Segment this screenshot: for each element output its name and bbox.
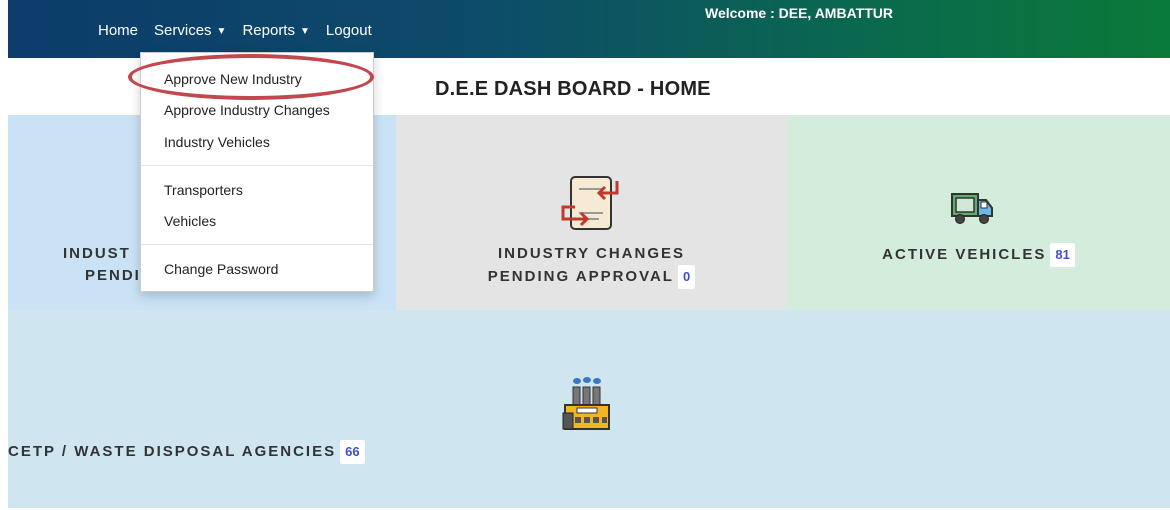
tile-active-vehicles-text: ACTIVE VEHICLES — [882, 246, 1047, 263]
nav-home[interactable]: Home — [90, 22, 146, 39]
tile-industry-pending-label: INDUST PENDI — [63, 243, 141, 287]
caret-down-icon: ▼ — [216, 26, 227, 37]
tile-active-vehicles[interactable]: ACTIVE VEHICLES 81 — [787, 115, 1170, 310]
menu-divider — [141, 244, 373, 245]
services-dropdown-menu: Approve New Industry Approve Industry Ch… — [140, 52, 374, 292]
tile-cetp-text: CETP / WASTE DISPOSAL AGENCIES — [8, 443, 337, 460]
nav-services-label: Services — [154, 22, 212, 39]
tile-industry-changes-line2: PENDING APPROVAL — [487, 268, 674, 285]
menu-item-vehicles[interactable]: Vehicles — [164, 213, 216, 229]
nav-reports[interactable]: Reports ▼ — [234, 22, 317, 39]
tile-industry-pending-line2: PENDI — [85, 267, 141, 284]
page-title: D.E.E DASH BOARD - HOME — [435, 78, 711, 100]
tile-active-vehicles-label: ACTIVE VEHICLES 81 — [787, 243, 1170, 267]
menu-item-industry-vehicles[interactable]: Industry Vehicles — [164, 134, 270, 150]
nav-services[interactable]: Services ▼ — [146, 22, 234, 39]
count-badge: 81 — [1050, 243, 1075, 267]
menu-item-transporters[interactable]: Transporters — [164, 182, 243, 198]
menu-item-change-password[interactable]: Change Password — [164, 261, 278, 277]
tile-cetp-label: CETP / WASTE DISPOSAL AGENCIES 66 — [8, 440, 1170, 464]
nav-logout[interactable]: Logout — [318, 22, 380, 39]
tile-cetp-agencies[interactable]: CETP / WASTE DISPOSAL AGENCIES 66 — [8, 310, 1170, 508]
tile-industry-changes[interactable]: INDUSTRY CHANGES PENDING APPROVAL 0 — [396, 115, 787, 310]
truck-icon — [950, 188, 994, 231]
count-badge: 0 — [677, 265, 696, 289]
menu-item-approve-industry-changes[interactable]: Approve Industry Changes — [164, 102, 330, 118]
nav-reports-label: Reports — [242, 22, 295, 39]
caret-down-icon: ▼ — [299, 26, 310, 37]
factory-icon — [561, 375, 611, 438]
tile-industry-pending-line1: INDUST — [63, 245, 131, 262]
count-badge: 66 — [340, 440, 365, 464]
top-navbar: Home Services ▼ Reports ▼ Logout Welcome :… — [8, 0, 1170, 58]
menu-item-approve-new-industry[interactable]: Approve New Industry — [164, 71, 302, 87]
document-exchange-icon — [559, 173, 623, 238]
nav-menu: Home Services ▼ Reports ▼ Logout — [90, 22, 380, 39]
menu-divider — [141, 165, 373, 166]
tile-industry-changes-label: INDUSTRY CHANGES PENDING APPROVAL 0 — [396, 243, 787, 289]
tile-industry-changes-line1: INDUSTRY CHANGES — [497, 245, 686, 262]
welcome-text: Welcome : DEE, AMBATTUR — [705, 5, 893, 21]
